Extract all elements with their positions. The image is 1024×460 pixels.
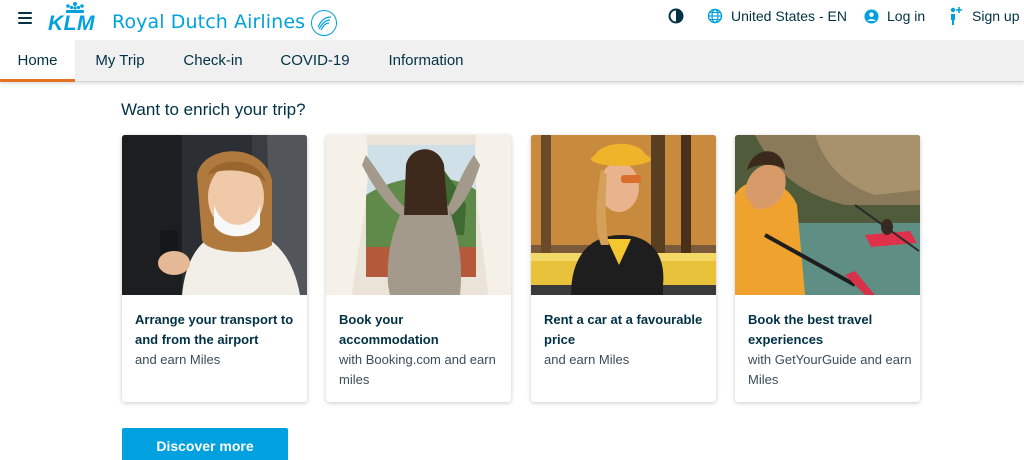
section-heading: Want to enrich your trip? (121, 100, 306, 119)
card-subtitle: with Booking.com and earn miles (339, 352, 496, 387)
card-image-accommodation (326, 135, 511, 295)
skyteam-icon (311, 10, 337, 36)
card-airport-transport[interactable]: Arrange your transport to and from the a… (122, 135, 307, 402)
globe-icon (707, 8, 723, 24)
signup-label: Sign up (972, 8, 1020, 24)
card-subtitle: and earn Miles (135, 352, 221, 367)
hamburger-menu-icon[interactable] (18, 12, 32, 24)
login-label: Log in (887, 8, 926, 24)
card-image-transport (122, 135, 307, 295)
discover-more-button[interactable]: Discover more (122, 428, 288, 460)
signup-link[interactable]: Sign up (948, 6, 1019, 26)
card-title: Arrange your transport to and from the a… (135, 312, 294, 347)
tab-my-trip[interactable]: My Trip (80, 40, 160, 82)
login-link[interactable]: Log in (864, 8, 925, 24)
card-image-car-rental (531, 135, 716, 295)
card-title: Book the best travel experiences (748, 312, 873, 347)
contrast-icon[interactable] (668, 8, 684, 24)
card-subtitle: and earn Miles (544, 352, 630, 367)
user-icon (864, 8, 879, 24)
tab-check-in[interactable]: Check-in (170, 40, 256, 82)
card-car-rental[interactable]: Rent a car at a favourable price and ear… (531, 135, 716, 402)
card-travel-experiences[interactable]: Book the best travel experiences with Ge… (735, 135, 920, 402)
tab-home[interactable]: Home (0, 40, 75, 82)
brand-name: Royal Dutch Airlines (112, 11, 306, 33)
card-title: Book your accommodation (339, 312, 439, 347)
tab-information[interactable]: Information (376, 40, 476, 82)
person-plus-icon (950, 7, 962, 25)
language-selector[interactable]: United States - EN (707, 8, 847, 24)
card-title: Rent a car at a favourable price (544, 312, 703, 347)
main-nav: Home My Trip Check-in COVID-19 Informati… (0, 40, 1024, 82)
klm-logo-text: KLM (48, 12, 95, 35)
tab-covid-19[interactable]: COVID-19 (270, 40, 360, 82)
card-accommodation[interactable]: Book your accommodation with Booking.com… (326, 135, 511, 402)
card-subtitle: with GetYourGuide and earn Miles (748, 352, 912, 387)
language-label: United States - EN (731, 8, 847, 24)
top-header: KLM Royal Dutch Airlines United States -… (0, 0, 1024, 40)
card-image-experiences (735, 135, 920, 295)
